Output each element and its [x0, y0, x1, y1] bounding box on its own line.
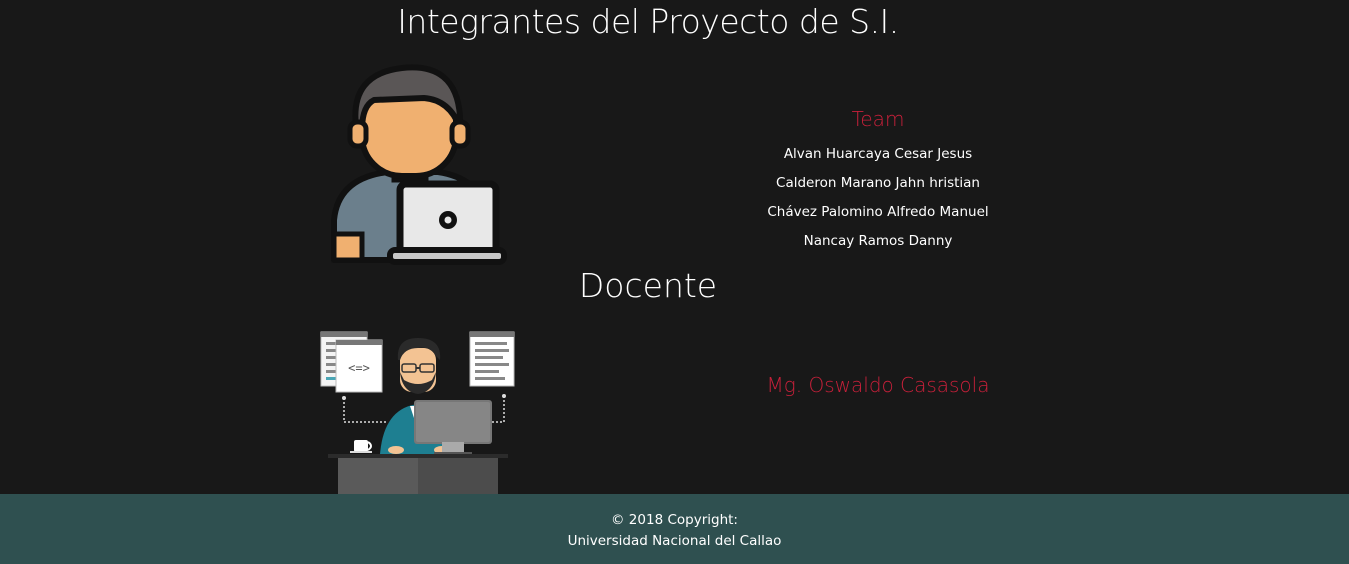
docente-name: Mg. Oswaldo Casasola — [766, 373, 990, 397]
developer-laptop-icon — [328, 60, 510, 270]
team-heading: Team — [851, 107, 905, 131]
footer-copyright: © 2018 Copyright: — [611, 512, 738, 528]
page-title: Integrantes del Proyecto de S.I. — [397, 2, 899, 41]
team-member: Nancay Ramos Danny — [803, 233, 953, 249]
team-member: Calderon Marano Jahn hristian — [776, 175, 980, 191]
programmer-desk-icon: <=> — [318, 326, 518, 494]
team-member: Alvan Huarcaya Cesar Jesus — [783, 146, 973, 162]
page: Integrantes del Proyecto de S.I. Team Al… — [0, 0, 1349, 564]
svg-text:<=>: <=> — [348, 361, 370, 375]
footer: © 2018 Copyright: Universidad Nacional d… — [0, 494, 1349, 564]
footer-institution: Universidad Nacional del Callao — [567, 533, 782, 549]
docente-heading: Docente — [578, 266, 718, 305]
team-member: Chávez Palomino Alfredo Manuel — [767, 204, 989, 220]
team-section: Team Alvan Huarcaya Cesar Jesus Calderon… — [758, 104, 998, 256]
